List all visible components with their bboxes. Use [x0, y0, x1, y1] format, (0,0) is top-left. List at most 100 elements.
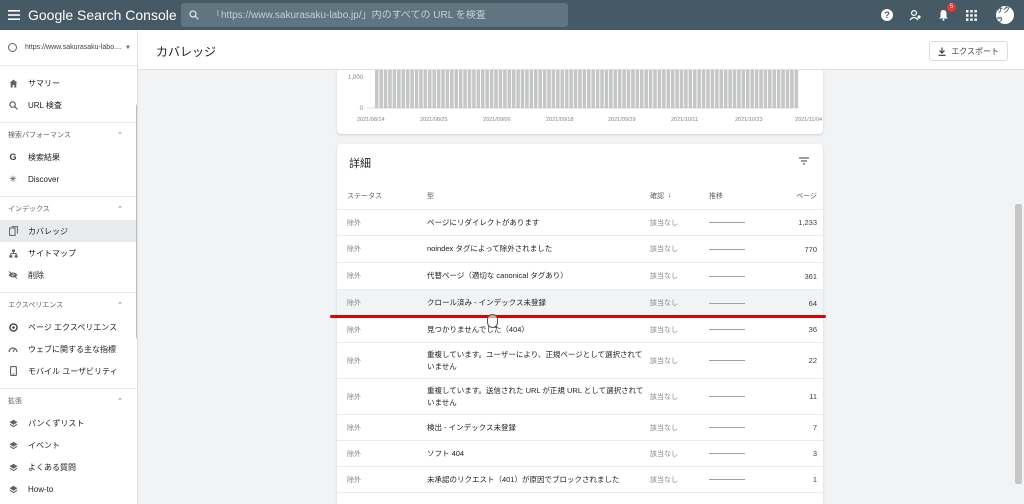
export-button[interactable]: エクスポート — [929, 41, 1008, 61]
table-row[interactable]: 除外 代替ページ（適切な canonical タグあり） 該当なし 361 — [337, 263, 823, 290]
chart-bar — [467, 70, 472, 108]
menu-icon[interactable] — [0, 0, 28, 30]
row-confirmation: 該当なし — [650, 246, 678, 253]
search-input[interactable] — [211, 9, 541, 21]
sidebar-item-page-experience[interactable]: ページ エクスペリエンス — [0, 316, 137, 338]
layers-icon — [8, 418, 18, 428]
section-index[interactable]: インデックス ⌃ — [0, 196, 137, 220]
sidebar-item-sitemaps[interactable]: サイトマップ — [0, 242, 137, 264]
asterisk-icon: ✳ — [9, 173, 17, 184]
y-tick-0: 0 — [360, 106, 364, 112]
chart-bar — [463, 70, 467, 108]
chart-bar — [556, 70, 560, 108]
sitemap-icon — [8, 248, 18, 258]
top-app-bar: Google Search Console ? 5 サクラ — [0, 0, 1024, 30]
chart-bar — [450, 70, 454, 108]
chart-bar — [617, 70, 622, 108]
notifications-icon[interactable]: 5 — [936, 3, 956, 22]
chart-bar — [644, 70, 648, 108]
chart-bar — [723, 70, 728, 108]
row-pages: 361 — [804, 271, 817, 281]
phone-icon — [8, 366, 18, 376]
table-row[interactable]: 除外 ページにリダイレクトがあります 該当なし 1,233 — [337, 210, 823, 236]
inspect-url-search[interactable] — [181, 3, 568, 27]
section-enhancements[interactable]: 拡張 ⌃ — [0, 388, 137, 412]
row-pages: 64 — [808, 298, 817, 308]
row-trend-sparkline — [709, 236, 769, 262]
column-confirmation[interactable]: 確認 ↓ — [650, 182, 705, 209]
x-tick-label: 2021/08/25 — [420, 117, 448, 123]
sidebar-item-url-inspection[interactable]: URL 検査 — [0, 94, 137, 116]
sidebar-scrollbar[interactable] — [136, 104, 137, 339]
chart-bar — [719, 70, 724, 108]
sidebar-item-logo[interactable]: ロゴ — [0, 500, 137, 504]
chart-bar — [525, 70, 529, 108]
chart-bar — [436, 70, 441, 108]
row-confirmation: 該当なし — [650, 273, 678, 280]
chart-bar — [511, 70, 516, 108]
sidebar-item-core-web-vitals[interactable]: ウェブに関する主な指標 — [0, 338, 137, 360]
row-type: クロール済み - インデックス未登録 — [427, 298, 546, 307]
x-axis-ticks: 2021/08/14 2021/08/25 2021/09/06 2021/09/18… — [357, 117, 822, 123]
chart-bar — [458, 70, 463, 108]
chart-bar — [560, 70, 565, 108]
google-g-icon: G — [9, 152, 17, 162]
sidebar-item-removals[interactable]: 削除 — [0, 264, 137, 286]
download-icon — [938, 47, 946, 56]
table-row[interactable]: 除外 noindex タグによって除外されました 該当なし 770 — [337, 236, 823, 263]
property-selector[interactable]: https://www.sakurasaku-labo.... ▼ — [0, 30, 137, 66]
sidebar-item-breadcrumbs[interactable]: パンくずリスト — [0, 412, 137, 434]
chart-bar — [375, 70, 379, 108]
table-row[interactable]: 除外 重複しています。ユーザーにより、正規ページとして選択されていません 該当なし 2… — [337, 343, 823, 379]
chart-bar — [622, 70, 626, 108]
sidebar-item-summary[interactable]: サマリー — [0, 72, 137, 94]
row-trend-sparkline — [709, 317, 769, 342]
sidebar-item-discover[interactable]: ✳ Discover — [0, 168, 137, 190]
row-type: 見つかりませんでした（404） — [427, 324, 529, 334]
apps-grid-icon[interactable] — [964, 8, 978, 22]
app-logo[interactable]: Google Search Console — [28, 7, 178, 23]
chart-bar — [715, 70, 719, 108]
chart-bar — [595, 70, 600, 108]
column-status[interactable]: ステータス — [347, 182, 417, 209]
row-type: 未承認のリクエスト（401）が原因でブロックされました — [427, 474, 620, 484]
table-row[interactable]: 除外 未承認のリクエスト（401）が原因でブロックされました 該当なし 1 — [337, 467, 823, 493]
table-row[interactable]: 除外 検出 - インデックス未登録 該当なし 7 — [337, 415, 823, 441]
row-type: ページにリダイレクトがあります — [427, 217, 540, 227]
table-row[interactable]: 除外 見つかりませんでした（404） 該当なし 36 — [337, 317, 823, 343]
chart-bar — [785, 70, 790, 108]
filter-icon[interactable] — [799, 156, 809, 166]
sidebar-item-mobile-usability[interactable]: モバイル ユーザビリティ — [0, 360, 137, 382]
coverage-chart: 1,000 0 2021/08/14 2021/08/25 2021/09/06 20… — [337, 70, 823, 134]
chart-bar — [640, 70, 644, 108]
row-trend-sparkline — [709, 210, 769, 235]
page-scrollbar[interactable] — [1015, 204, 1022, 484]
sidebar-item-events[interactable]: イベント — [0, 434, 137, 456]
row-status: 除外 — [347, 476, 361, 484]
section-search-performance[interactable]: 検索パフォーマンス ⌃ — [0, 122, 137, 146]
chart-bar — [631, 70, 635, 108]
chart-bar — [728, 70, 732, 108]
account-avatar[interactable]: サクラ — [996, 6, 1014, 24]
sidebar-item-coverage[interactable]: カバレッジ — [0, 220, 137, 242]
caret-down-icon: ▼ — [125, 44, 131, 51]
chart-bar — [423, 70, 428, 108]
table-row[interactable]: 除外 ソフト 404 該当なし 3 — [337, 441, 823, 467]
sidebar-item-faq[interactable]: よくある質問 — [0, 456, 137, 478]
speed-icon — [8, 344, 18, 354]
table-row[interactable]: 除外 クロール済み - インデックス未登録 該当なし 64 — [337, 290, 823, 317]
sidebar-item-search-results[interactable]: G 検索結果 — [0, 146, 137, 168]
chart-bar — [768, 70, 772, 108]
column-trend[interactable]: 推移 — [709, 182, 769, 209]
sidebar-item-howto[interactable]: How-to — [0, 478, 137, 500]
section-experience[interactable]: エクスペリエンス ⌃ — [0, 292, 137, 316]
manage-users-icon[interactable] — [908, 8, 922, 22]
help-icon[interactable]: ? — [880, 8, 894, 22]
column-type[interactable]: 型 — [427, 182, 647, 209]
column-pages[interactable]: ページ — [767, 182, 817, 209]
table-row[interactable]: 除外 重複しています。送信された URL が正規 URL として選択されていません… — [337, 379, 823, 415]
x-tick-label: 2021/09/29 — [608, 117, 636, 123]
file-copy-icon — [8, 226, 18, 236]
chart-bar — [657, 70, 662, 108]
row-confirmation: 該当なし — [650, 300, 678, 307]
